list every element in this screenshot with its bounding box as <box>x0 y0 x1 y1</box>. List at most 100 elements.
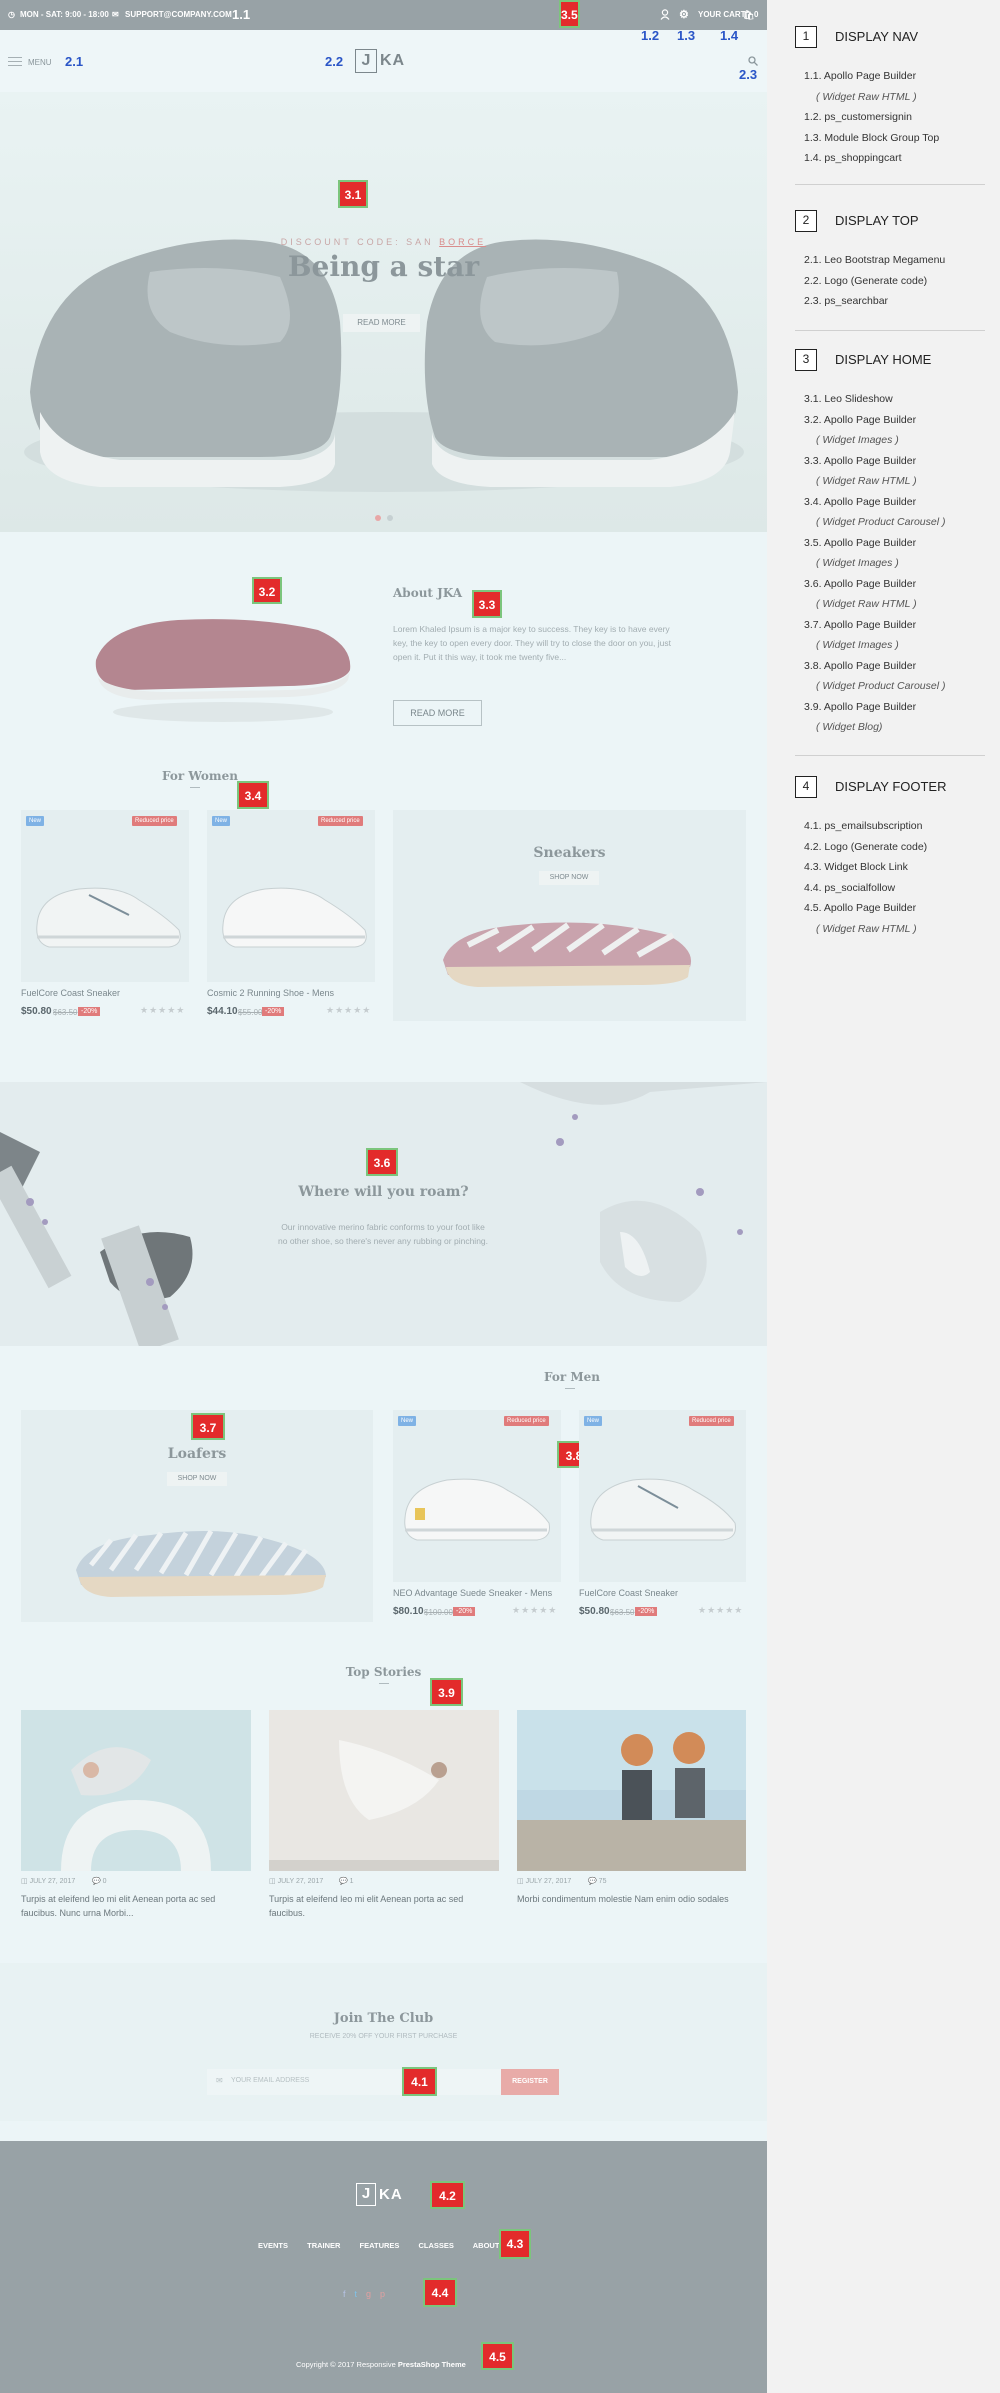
section-number: 1 <box>795 26 817 48</box>
rating-stars: ★★★★★ <box>140 1005 186 1015</box>
legend-item: 4.1. ps_emailsubscription <box>804 820 923 832</box>
product-name[interactable]: Cosmic 2 Running Shoe - Mens <box>207 988 334 998</box>
about-read-more-button[interactable]: READ MORE <box>393 700 482 726</box>
story-date-text: JULY 27, 2017 <box>525 1878 572 1885</box>
legend-item: 4.4. ps_socialfollow <box>804 881 896 894</box>
promo-sneakers[interactable]: Sneakers SHOP NOW <box>393 810 746 1021</box>
promo-loafers[interactable]: 3.7 Loafers SHOP NOW <box>21 1410 373 1622</box>
gear-icon[interactable]: ⚙ <box>679 8 689 21</box>
story-text[interactable]: Turpis at eleifend leo mi elit Aenean po… <box>269 1892 499 1920</box>
shop-now-button[interactable]: SHOP NOW <box>167 1472 227 1486</box>
story-text[interactable]: Morbi condimentum molestie Nam enim odio… <box>517 1892 746 1906</box>
footer-link-classes[interactable]: CLASSES <box>419 2241 454 2250</box>
product-card-women-2[interactable]: New Reduced price <box>207 810 375 982</box>
story-date: ◫ JULY 27, 2017 <box>517 1878 572 1885</box>
legend-item: 1.3. Module Block Group Top <box>804 131 940 144</box>
product-name[interactable]: FuelCore Coast Sneaker <box>21 988 120 998</box>
register-button[interactable]: REGISTER <box>501 2069 559 2095</box>
hero-read-more-button[interactable]: READ MORE <box>343 314 420 332</box>
hamburger-icon[interactable] <box>8 57 22 66</box>
facebook-icon[interactable]: f <box>343 2289 355 2299</box>
newsletter-email-field[interactable]: ✉ YOUR EMAIL ADDRESS <box>207 2069 501 2095</box>
legend-item: 3.1. Leo Slideshow <box>804 393 893 405</box>
copyright-brand-link[interactable]: PrestaShop Theme <box>398 2360 466 2369</box>
story-image-1[interactable] <box>21 1710 251 1871</box>
legend-item: 3.9. Apollo Page Builder <box>804 700 917 713</box>
tag-1-4: 1.4 <box>720 28 739 43</box>
story-date: ◫ JULY 27, 2017 <box>269 1878 324 1885</box>
legend-item: 3.2. Apollo Page Builder <box>804 413 917 426</box>
footer-logo[interactable]: J KA <box>356 2183 403 2206</box>
badge-new: New <box>212 816 231 826</box>
cart-count: 0 <box>754 10 759 19</box>
product-price: $80.10 <box>393 1606 424 1617</box>
promo-shoe-image <box>76 1529 326 1597</box>
social-icons: ftgp <box>343 2289 394 2299</box>
rating-stars: ★★★★★ <box>326 1005 372 1015</box>
user-icon[interactable] <box>660 9 670 20</box>
tag-1-1: 1.1 <box>232 7 251 22</box>
legend-item: 4.5. Apollo Page Builder <box>804 902 917 914</box>
store-hours: MON - SAT: 9:00 - 18:00 <box>20 10 109 19</box>
product-name[interactable]: NEO Advantage Suede Sneaker - Mens <box>393 1588 552 1598</box>
support-email-link[interactable]: SUPPORT@COMPANY.COM <box>125 10 232 19</box>
shop-now-button[interactable]: SHOP NOW <box>539 871 599 885</box>
product-discount: -20% <box>635 1607 658 1616</box>
story-date-text: JULY 27, 2017 <box>29 1878 76 1885</box>
search-icon[interactable] <box>748 56 758 66</box>
footer-link-events[interactable]: EVENTS <box>258 2241 288 2250</box>
story-text[interactable]: Turpis at eleifend leo mi elit Aenean po… <box>21 1892 251 1920</box>
logo[interactable]: J KA <box>355 49 405 73</box>
menu-label[interactable]: MENU <box>28 58 52 67</box>
legend-item-sub: ( Widget Product Carousel ) <box>816 680 946 692</box>
badge-new: New <box>584 1416 603 1426</box>
slide-dot-2[interactable] <box>387 515 393 521</box>
product-card-men-1[interactable]: New Reduced price <box>393 1410 561 1582</box>
section-title: DISPLAY FOOTER <box>835 779 947 794</box>
footer-link-trainer[interactable]: TRAINER <box>307 2241 340 2250</box>
footer-link-features[interactable]: FEATURES <box>360 2241 400 2250</box>
tag-3-3: 3.3 <box>472 590 502 618</box>
slide-dot-1[interactable] <box>375 515 381 521</box>
legend-item: 4.2. Logo (Generate code) <box>804 840 928 853</box>
women-heading: For Women <box>162 769 238 783</box>
story-image-3[interactable] <box>517 1710 746 1871</box>
hero-slideshow[interactable]: DISCOUNT CODE: SAN BORCE Being a star RE… <box>0 92 767 532</box>
story-image-2[interactable] <box>269 1710 499 1871</box>
product-name[interactable]: FuelCore Coast Sneaker <box>579 1588 678 1598</box>
tag-3-5: 3.5 <box>559 0 580 28</box>
cart-bag-icon[interactable]: 🛍 <box>743 10 754 21</box>
promo-shoe-image <box>443 922 692 987</box>
product-card-women-1[interactable]: New Reduced price <box>21 810 189 982</box>
legend-item: 3.7. Apollo Page Builder <box>804 618 917 631</box>
google-plus-icon[interactable]: g <box>366 2289 380 2299</box>
legend-item-sub: ( Widget Images ) <box>816 557 899 569</box>
product-price: $50.80 <box>579 1606 610 1617</box>
divider <box>795 184 985 185</box>
legend-item-sub: ( Widget Raw HTML ) <box>816 922 917 935</box>
cart-label[interactable]: YOUR CART <box>698 10 746 19</box>
promo-title: Sneakers <box>533 845 606 861</box>
product-card-men-2[interactable]: New Reduced price <box>579 1410 746 1582</box>
tag-4-4: 4.4 <box>423 2278 457 2307</box>
roam-flowers-image <box>0 1082 767 1346</box>
story-comment-count: 1 <box>349 1878 354 1885</box>
badge-reduced: Reduced price <box>504 1416 549 1426</box>
pinterest-icon[interactable]: p <box>380 2289 394 2299</box>
footer-links: EVENTS TRAINER FEATURES CLASSES ABOUT <box>258 2241 499 2250</box>
tag-3-6: 3.6 <box>366 1148 398 1176</box>
clock-icon: ◷ <box>8 10 15 19</box>
footer-link-about[interactable]: ABOUT <box>473 2241 500 2250</box>
hero-kicker: DISCOUNT CODE: SAN BORCE <box>0 237 767 247</box>
legend-item-sub: ( Widget Product Carousel ) <box>816 516 946 528</box>
product-image <box>222 887 367 948</box>
storefront-page: ◷ MON - SAT: 9:00 - 18:00 ✉ SUPPORT@COMP… <box>0 0 767 2393</box>
section-number: 3 <box>795 349 817 371</box>
tag-4-1: 4.1 <box>402 2067 437 2096</box>
twitter-icon[interactable]: t <box>355 2289 367 2299</box>
section-items: 2.1. Leo Bootstrap Megamenu 2.2. Logo (G… <box>804 250 1000 312</box>
section-number: 2 <box>795 210 817 232</box>
hero-title: Being a star <box>287 250 480 283</box>
divider <box>795 330 985 331</box>
product-image <box>36 887 181 948</box>
